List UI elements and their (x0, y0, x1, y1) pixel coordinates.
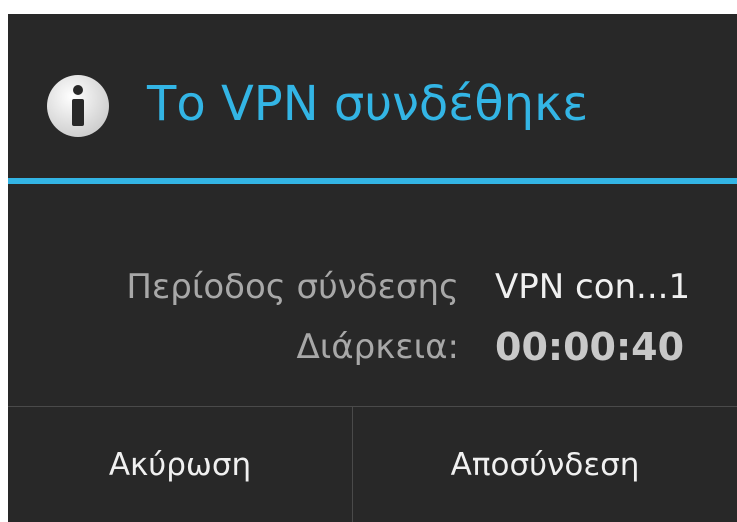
cancel-button[interactable]: Ακύρωση (8, 407, 353, 522)
duration-value: 00:00:40 (495, 325, 685, 369)
duration-label: Διάρκεια: (296, 327, 459, 367)
dialog-title: Το VPN συνδέθηκε (147, 76, 589, 132)
session-label: Περίοδος σύνδεσης (126, 267, 459, 307)
dialog-button-bar: Ακύρωση Αποσύνδεση (8, 406, 737, 522)
vpn-connected-dialog: Το VPN συνδέθηκε Περίοδος σύνδεσης VPN c… (8, 14, 737, 522)
info-icon (47, 75, 109, 137)
session-row: Περίοδος σύνδεσης VPN con...1 (8, 262, 737, 312)
dialog-body: Περίοδος σύνδεσης VPN con...1 Διάρκεια: … (8, 184, 737, 406)
duration-row: Διάρκεια: 00:00:40 (8, 322, 737, 372)
disconnect-button[interactable]: Αποσύνδεση (353, 407, 737, 522)
session-value: VPN con...1 (495, 267, 691, 307)
dialog-header: Το VPN συνδέθηκε (8, 14, 737, 178)
